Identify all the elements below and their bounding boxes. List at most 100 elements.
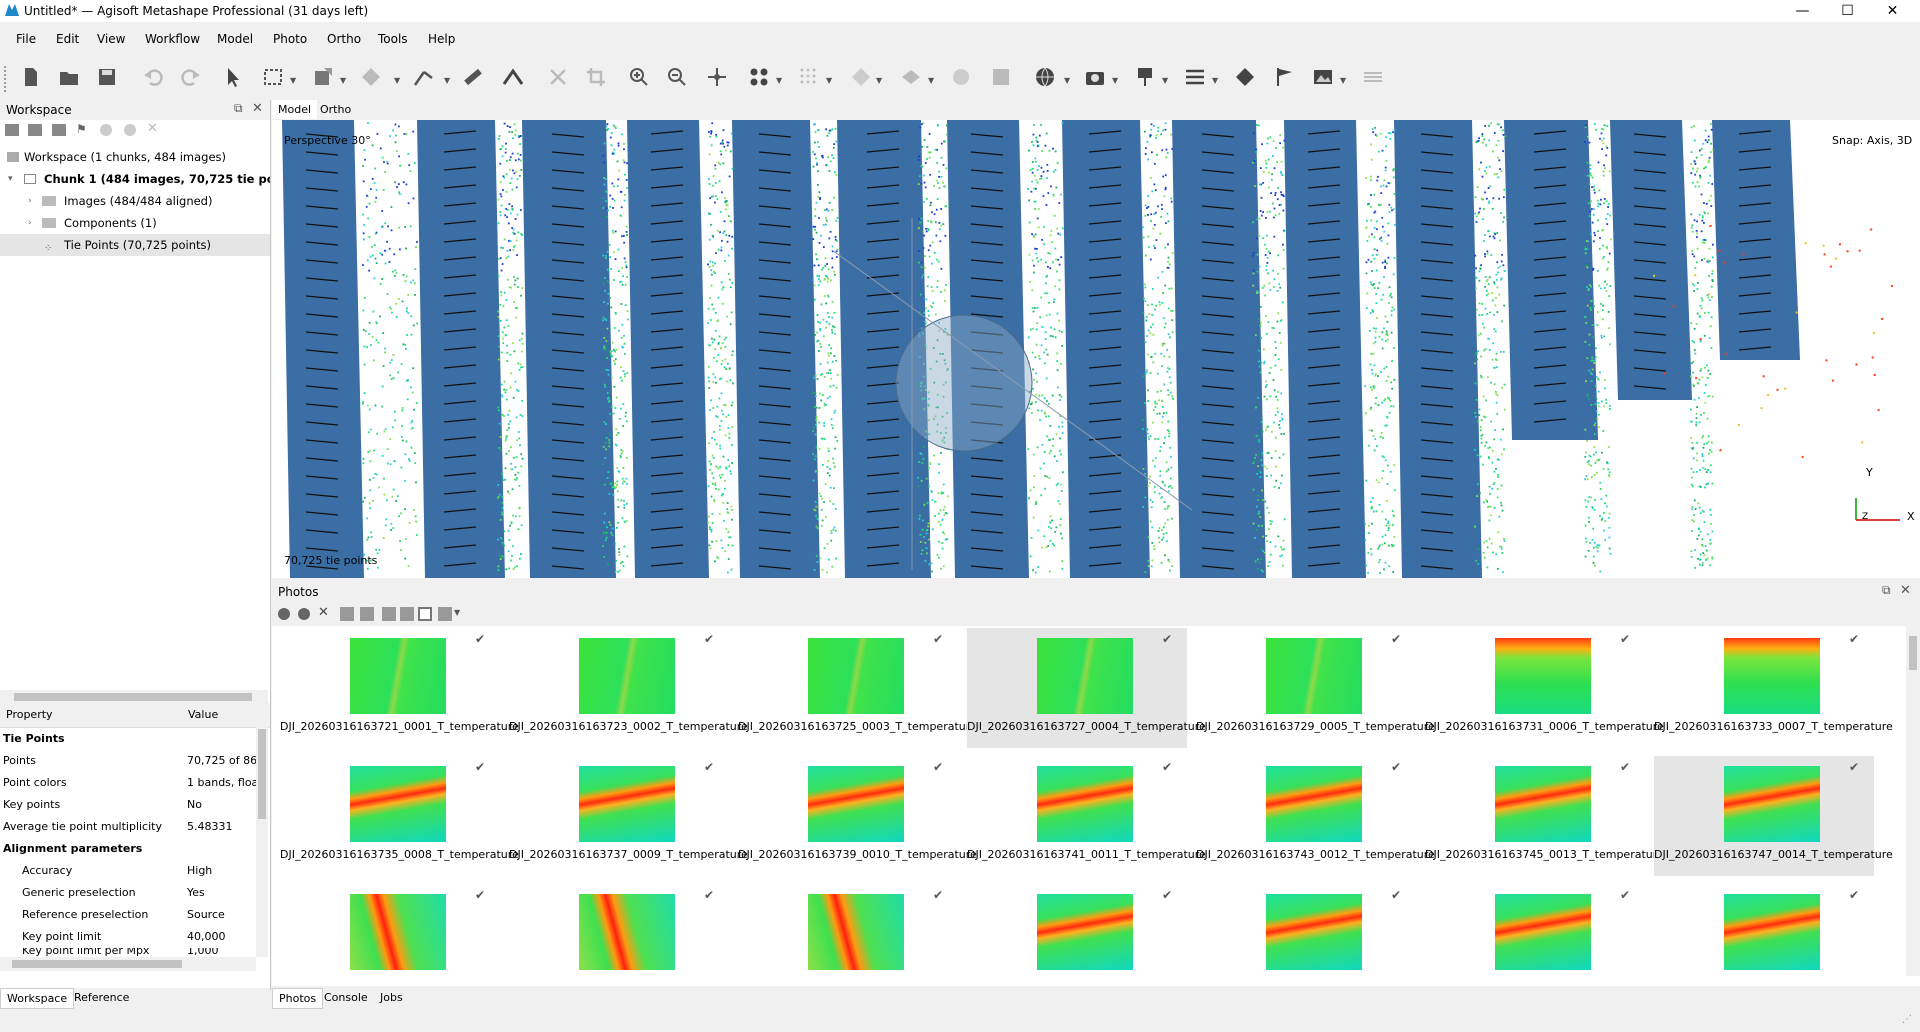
photo-thumbnail[interactable]: ✔ DJI_20260316163745_0013_T_temperature: [1425, 756, 1664, 876]
rectangle-selection-icon[interactable]: [260, 64, 286, 90]
delete-selection-icon[interactable]: [545, 64, 571, 90]
scrollbar-thumb[interactable]: [14, 693, 252, 701]
photo-thumbnail[interactable]: ✔ DJI_20260316163739_0010_T_temperature: [738, 756, 977, 876]
photo-preview-image[interactable]: [1495, 766, 1591, 842]
camera-icon[interactable]: [1082, 64, 1108, 90]
photo-preview-image[interactable]: [579, 766, 675, 842]
zoom-in-icon[interactable]: [626, 64, 652, 90]
filter-icon[interactable]: [400, 607, 414, 621]
scrollbar-thumb[interactable]: [1909, 636, 1917, 670]
rotate-left-icon[interactable]: [340, 607, 354, 621]
rotate-object-icon[interactable]: [358, 64, 384, 90]
photo-thumbnail[interactable]: ✔ DJI_20260316163721_0001_T_temperature: [280, 628, 519, 748]
tie-point-cloud-view[interactable]: [272, 100, 1920, 578]
photo-preview-image[interactable]: [350, 766, 446, 842]
photo-thumbnail[interactable]: ✔ DJI_20260316163727_0004_T_temperature: [967, 628, 1206, 748]
photos-vertical-scrollbar[interactable]: [1906, 626, 1920, 976]
layers-icon[interactable]: [1360, 64, 1386, 90]
photo-preview-image[interactable]: [808, 638, 904, 714]
tree-images[interactable]: › Images (484/484 aligned): [0, 190, 270, 212]
tab-jobs[interactable]: Jobs: [380, 991, 403, 1004]
photo-preview-image[interactable]: [808, 766, 904, 842]
dem-icon[interactable]: [988, 64, 1014, 90]
tab-ortho[interactable]: Ortho: [320, 103, 351, 116]
draw-polyline-icon[interactable]: [410, 64, 436, 90]
undo-icon[interactable]: [140, 64, 166, 90]
show-images-icon[interactable]: [1310, 64, 1336, 90]
angle-measure-icon[interactable]: [500, 64, 526, 90]
scrollbar-thumb[interactable]: [12, 960, 182, 968]
photo-preview-image[interactable]: [1724, 766, 1820, 842]
photo-preview-image[interactable]: [1266, 894, 1362, 970]
shapes-icon[interactable]: [1132, 64, 1158, 90]
photo-thumbnail[interactable]: ✔ DJI_20260316163737_0009_T_temperature: [509, 756, 748, 876]
photo-thumbnail[interactable]: ✔: [1654, 884, 1874, 976]
flags-icon[interactable]: [1272, 64, 1298, 90]
close-panel-icon[interactable]: ✕: [252, 101, 263, 116]
rotate-dropdown-icon[interactable]: ▼: [394, 76, 400, 85]
photo-preview-image[interactable]: [350, 638, 446, 714]
texture-icon[interactable]: [948, 64, 974, 90]
property-column-header[interactable]: Property: [6, 708, 53, 721]
zoom-out-icon[interactable]: [664, 64, 690, 90]
dense-cloud-icon[interactable]: [796, 64, 822, 90]
rotate-right-icon[interactable]: [360, 607, 374, 621]
shapes-dropdown-icon[interactable]: ▼: [1162, 76, 1168, 85]
enable-icon[interactable]: [100, 124, 112, 136]
crop-selection-icon[interactable]: [583, 64, 609, 90]
tab-model[interactable]: Model: [272, 100, 318, 119]
tiled-model-icon[interactable]: [898, 64, 924, 90]
photo-preview-image[interactable]: [579, 894, 675, 970]
menu-file[interactable]: File: [16, 32, 36, 46]
points-dropdown-icon[interactable]: ▼: [776, 76, 782, 85]
menu-help[interactable]: Help: [428, 32, 455, 46]
menu-ortho[interactable]: Ortho: [327, 32, 361, 46]
model-viewport[interactable]: Model Ortho Perspective 30° Snap: Axis, …: [272, 100, 1920, 578]
photo-thumbnail[interactable]: ✔ DJI_20260316163741_0011_T_temperature: [967, 756, 1206, 876]
photo-preview-image[interactable]: [808, 894, 904, 970]
tab-photos[interactable]: Photos: [272, 988, 324, 1009]
tiled-dropdown-icon[interactable]: ▼: [928, 76, 934, 85]
float-panel-icon[interactable]: ⧉: [234, 101, 243, 116]
photo-thumbnail[interactable]: ✔ DJI_20260316163743_0012_T_temperature: [1196, 756, 1435, 876]
draw-dropdown-icon[interactable]: ▼: [444, 76, 450, 85]
photo-preview-image[interactable]: [350, 894, 446, 970]
photo-thumbnail[interactable]: ✔ DJI_20260316163731_0006_T_temperature: [1425, 628, 1664, 748]
mesh-dropdown-icon[interactable]: ▼: [876, 76, 882, 85]
photo-preview-image[interactable]: [1266, 766, 1362, 842]
resize-region-icon[interactable]: [310, 64, 336, 90]
view-dropdown-icon[interactable]: ▼: [454, 608, 460, 617]
menu-photo[interactable]: Photo: [273, 32, 307, 46]
photo-thumbnail[interactable]: ✔: [1425, 884, 1645, 976]
photo-preview-image[interactable]: [1495, 894, 1591, 970]
photo-thumbnail[interactable]: ✔: [280, 884, 500, 976]
tree-horizontal-scrollbar[interactable]: [0, 690, 268, 704]
menu-edit[interactable]: Edit: [56, 32, 79, 46]
close-panel-icon[interactable]: ✕: [1900, 583, 1911, 598]
photo-preview-image[interactable]: [1724, 894, 1820, 970]
resize-grip-icon[interactable]: ⋰: [1902, 1014, 1912, 1025]
navigation-cursor-icon[interactable]: [220, 64, 246, 90]
tree-tie-points[interactable]: ⁘ Tie Points (70,725 points): [0, 234, 270, 256]
close-button[interactable]: ✕: [1870, 0, 1915, 22]
photo-thumbnail[interactable]: ✔ DJI_20260316163723_0002_T_temperature: [509, 628, 748, 748]
photo-preview-image[interactable]: [1037, 894, 1133, 970]
trackball-sphere[interactable]: [895, 314, 1033, 452]
photo-thumbnail[interactable]: ✔ DJI_20260316163725_0003_T_temperature: [738, 628, 977, 748]
collapse-chevron-icon[interactable]: ▾: [8, 168, 13, 190]
show-markers-icon[interactable]: [1232, 64, 1258, 90]
remove-cameras-icon[interactable]: ✕: [318, 605, 329, 620]
photo-preview-image[interactable]: [1037, 638, 1133, 714]
value-column-header[interactable]: Value: [188, 708, 218, 721]
photo-thumbnail[interactable]: ✔: [967, 884, 1187, 976]
tree-components[interactable]: › Components (1): [0, 212, 270, 234]
expand-chevron-icon[interactable]: ›: [28, 212, 32, 234]
minimize-button[interactable]: —: [1780, 0, 1825, 22]
photo-preview-image[interactable]: [1037, 766, 1133, 842]
point-cloud-icon[interactable]: [746, 64, 772, 90]
add-marker-icon[interactable]: ⚑: [76, 122, 87, 136]
view-grid-icon[interactable]: [438, 607, 452, 621]
tab-reference[interactable]: Reference: [74, 991, 129, 1004]
enable-cameras-icon[interactable]: [278, 608, 290, 620]
add-chunk-icon[interactable]: [5, 124, 19, 136]
